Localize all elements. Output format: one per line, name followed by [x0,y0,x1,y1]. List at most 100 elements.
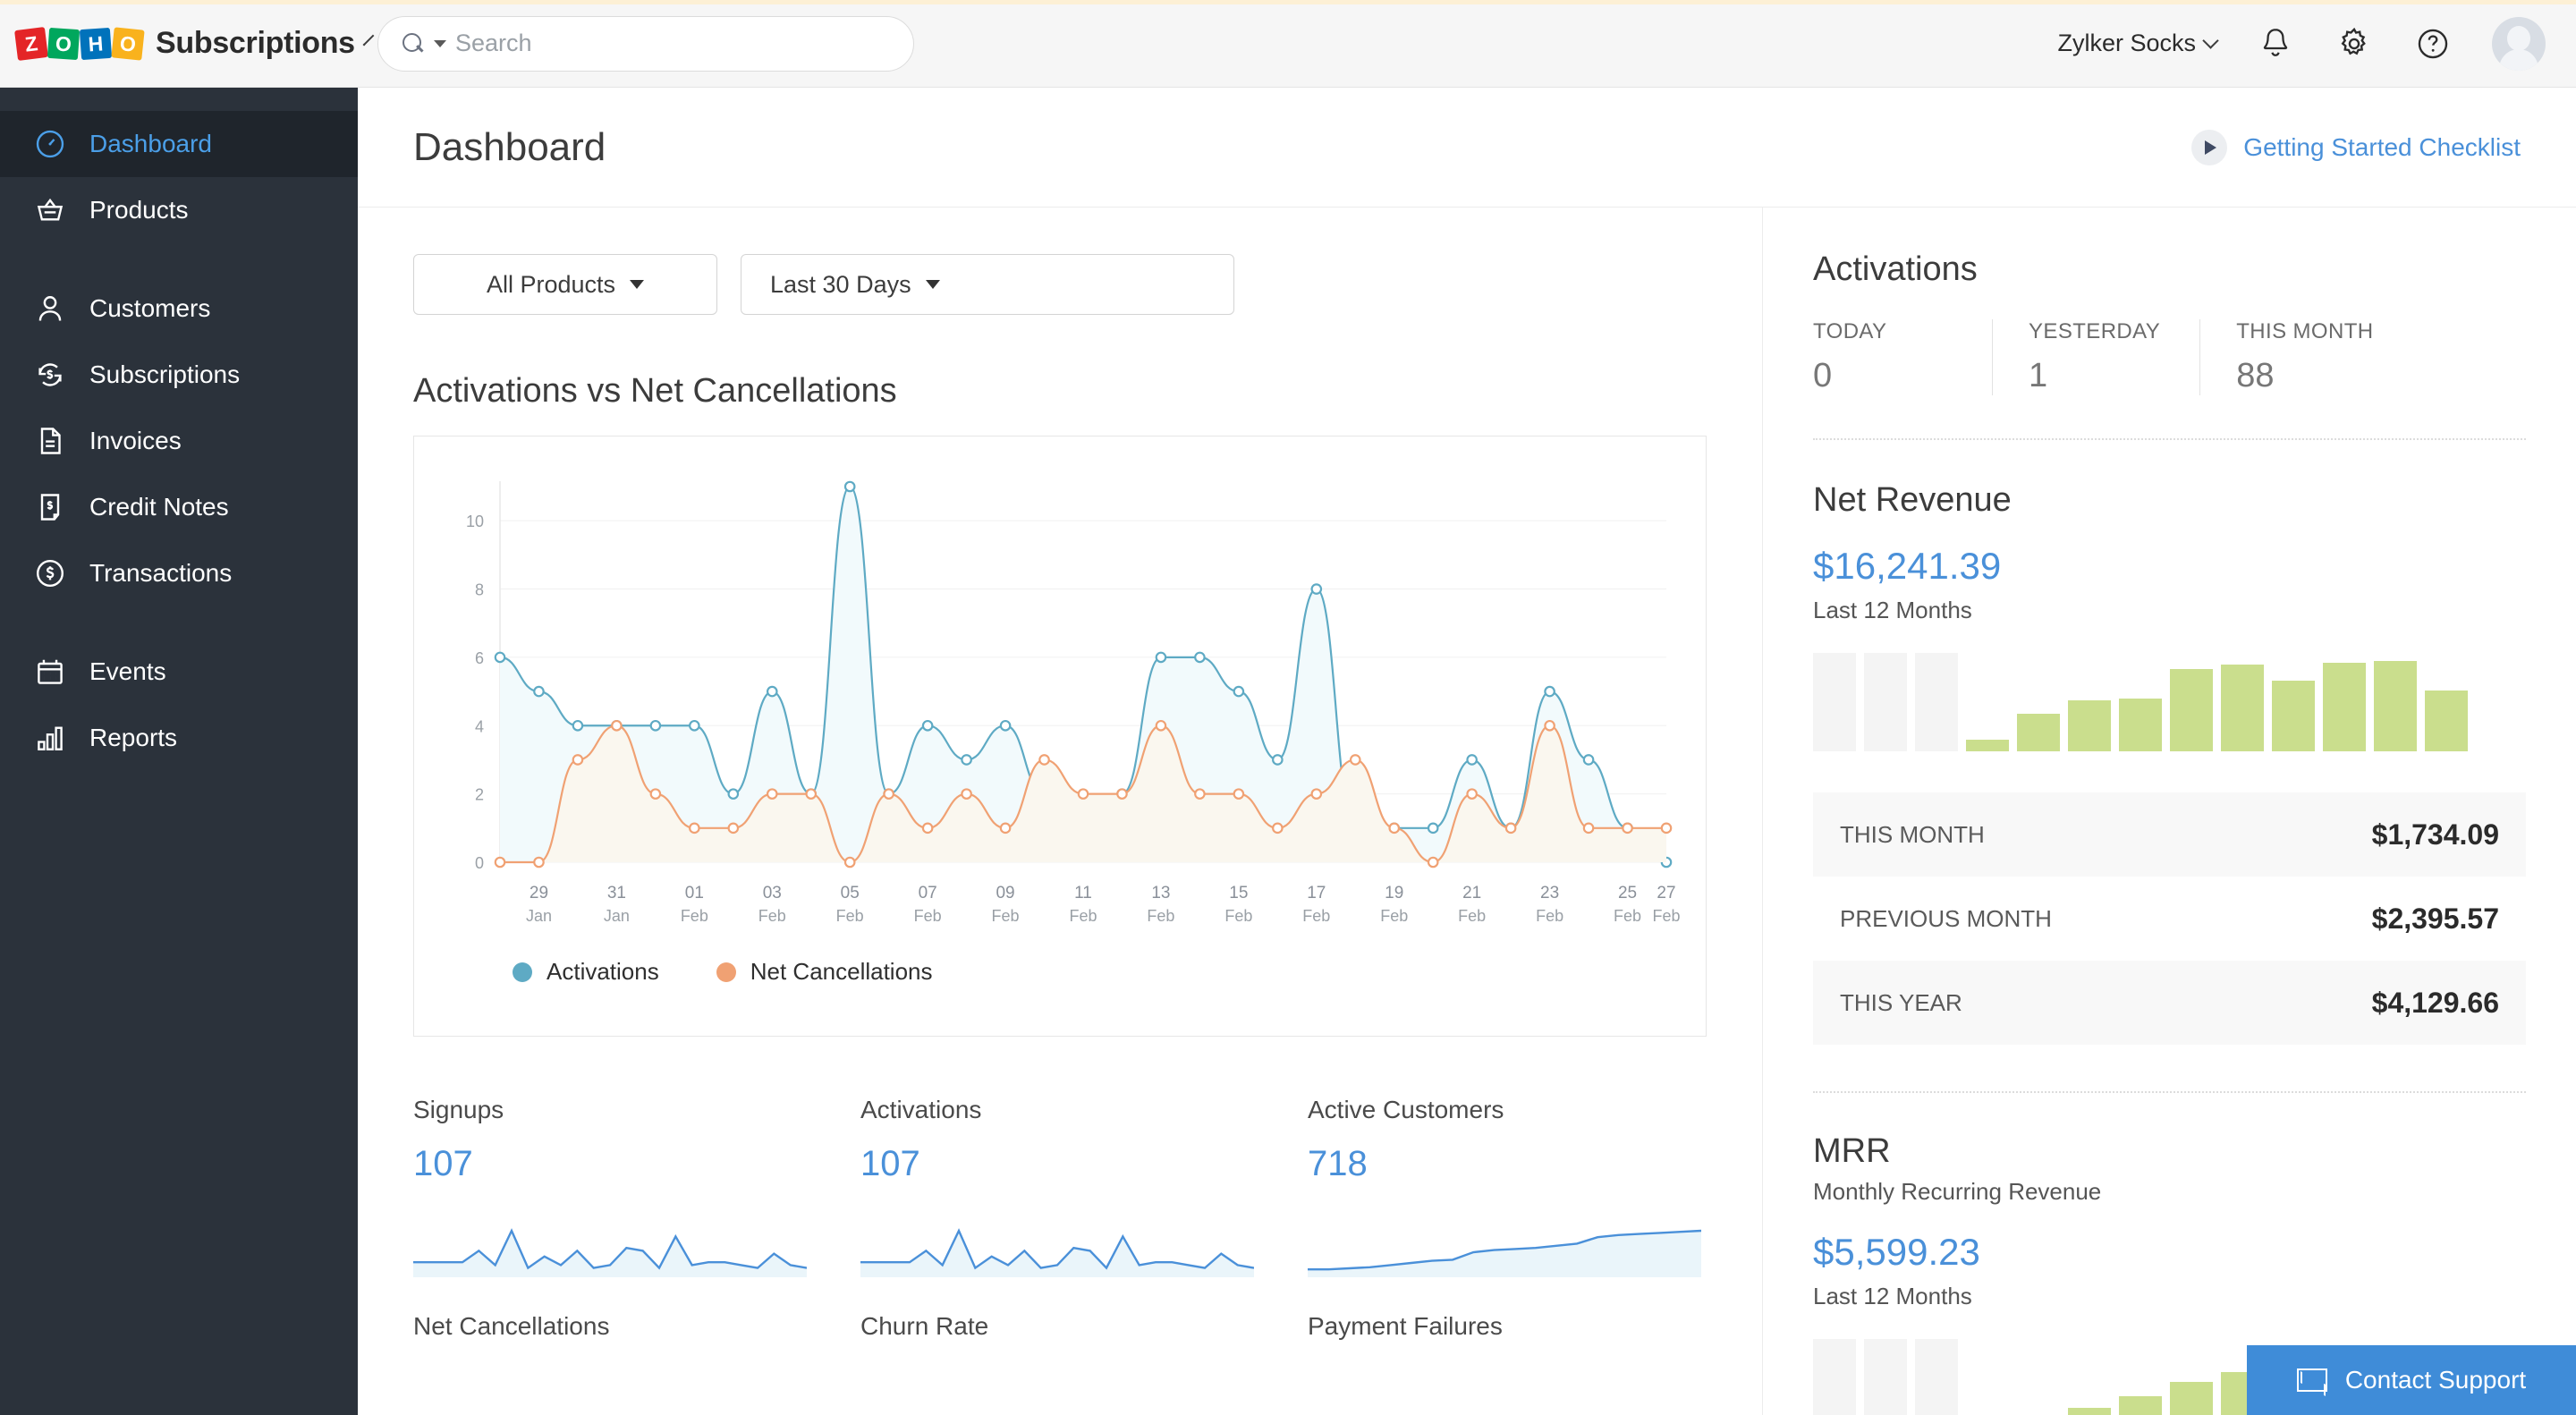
svg-text:23: 23 [1540,884,1559,902]
dollar-circle-icon [37,560,64,587]
sidebar-divider [0,606,358,639]
right-panel: Activations TODAY 0 YESTERDAY 1 THIS MON… [1762,208,2576,1415]
org-name-label: Zylker Socks [2057,30,2196,56]
brand-area[interactable]: Z O H O Subscriptions [0,0,375,88]
svg-text:13: 13 [1151,884,1170,902]
revenue-bar [1966,739,2009,751]
revenue-bar [2119,1395,2162,1415]
revenue-bar [2017,714,2060,751]
gear-icon[interactable] [2334,24,2374,64]
date-filter-label: Last 30 Days [770,270,911,298]
stat-value: 88 [2236,357,2275,394]
contact-support-button[interactable]: Contact Support [2247,1345,2576,1415]
document-lines-icon [40,428,61,454]
revenue-bar [2323,663,2366,751]
sidebar-divider [0,243,358,275]
svg-text:17: 17 [1307,884,1326,902]
sidebar-item-transactions[interactable]: Transactions [0,540,358,606]
top-bar: Z O H O Subscriptions Search Zylker Sock… [0,0,2576,88]
legend-label: Net Cancellations [750,958,933,985]
svg-text:19: 19 [1385,884,1403,902]
svg-text:2: 2 [475,786,484,804]
dashboard-gauge-icon [36,130,64,158]
revenue-row: PREVIOUS MONTH $2,395.57 [1813,877,2526,961]
chevron-down-icon[interactable] [362,34,375,46]
revenue-bar [1915,653,1958,751]
product-filter-dropdown[interactable]: All Products [413,254,717,315]
svg-text:11: 11 [1074,884,1092,902]
sidebar: Dashboard Products Customers Subscriptio… [0,88,358,1415]
legend-item-cancellations[interactable]: Net Cancellations [716,958,933,986]
svg-text:29: 29 [530,884,548,902]
activations-stats: TODAY 0 YESTERDAY 1 THIS MONTH 88 [1813,319,2526,395]
avatar[interactable] [2492,16,2546,71]
getting-started-checklist-link[interactable]: Getting Started Checklist [2191,129,2521,165]
stat-key: YESTERDAY [2029,319,2161,343]
sidebar-item-dashboard[interactable]: Dashboard [0,111,358,177]
search-box[interactable]: Search [377,15,914,72]
sidebar-item-label: Events [89,657,166,685]
net-revenue-title: Net Revenue [1813,481,2012,519]
chart-title: Activations vs Net Cancellations [413,372,897,410]
metric-card-churn-rate[interactable]: Churn Rate [860,1312,1308,1415]
metric-label: Activations [860,1096,982,1123]
svg-text:4: 4 [475,717,484,735]
revenue-bar [1864,1339,1907,1415]
svg-text:27: 27 [1657,884,1675,902]
logo-letter-z: Z [14,26,48,61]
bell-icon[interactable] [2256,24,2295,64]
chevron-down-icon [2202,32,2219,49]
legend-dot [716,962,736,982]
metric-card-payment-failures[interactable]: Payment Failures [1308,1312,1755,1415]
refresh-dollar-icon [38,363,62,386]
revenue-bar [1864,653,1907,751]
metric-cards: Signups 107 Activations 107 Active Customers… [413,1096,1707,1415]
dashboard-page: Z O H O Subscriptions Search Zylker Sock… [0,0,2576,1415]
sidebar-item-invoices[interactable]: Invoices [0,408,358,474]
metric-card-activations[interactable]: Activations 107 [860,1096,1308,1312]
legend-dot [513,962,532,982]
calendar-icon [38,659,63,684]
sidebar-item-reports[interactable]: Reports [0,705,358,771]
revenue-bar [2221,665,2264,751]
metric-label: Payment Failures [1308,1312,1503,1340]
person-icon [38,296,62,321]
sidebar-item-products[interactable]: Products [0,177,358,243]
date-filter-dropdown[interactable]: Last 30 Days [741,254,1234,315]
metric-card-signups[interactable]: Signups 107 [413,1096,860,1312]
search-input[interactable]: Search [455,30,532,57]
activations-vs-cancellations-chart[interactable]: 0 2 4 6 8 10 29 Jan 31 Jan 01 Feb 03 Feb 05 Feb 07 Feb 09 F… [414,436,1706,982]
sidebar-item-label: Reports [89,724,178,751]
revenue-bar [2374,660,2417,751]
revenue-bar [2068,699,2111,751]
mrr-amount: $5,599.23 [1813,1231,1980,1273]
metric-value: 107 [413,1144,473,1183]
svg-text:Feb: Feb [1380,907,1408,925]
revenue-bar [2272,680,2315,751]
svg-text:Feb: Feb [1536,907,1563,925]
metric-card-active-customers[interactable]: Active Customers 718 [1308,1096,1755,1312]
sidebar-item-credit-notes[interactable]: Credit Notes [0,474,358,540]
net-revenue-period: Last 12 Months [1813,597,1972,623]
question-circle-icon[interactable] [2413,24,2453,64]
revenue-row-key: THIS MONTH [1840,820,1985,848]
caret-down-icon[interactable] [434,39,446,47]
sidebar-item-label: Customers [89,294,211,322]
caret-down-icon [925,280,940,289]
revenue-bar [1813,1339,1856,1415]
sidebar-item-events[interactable]: Events [0,639,358,705]
metric-value: 718 [1308,1144,1368,1183]
revenue-row-amount: $4,129.66 [2371,986,2499,1019]
sidebar-item-customers[interactable]: Customers [0,275,358,342]
legend-item-activations[interactable]: Activations [513,958,659,986]
metric-card-net-cancellations[interactable]: Net Cancellations [413,1312,860,1415]
svg-text:09: 09 [996,884,1014,902]
bar-chart-icon [38,726,63,750]
org-switcher[interactable]: Zylker Socks [2057,30,2219,57]
svg-text:Feb: Feb [914,907,942,925]
svg-text:Feb: Feb [1458,907,1486,925]
svg-text:25: 25 [1618,884,1637,902]
sidebar-item-subscriptions[interactable]: Subscriptions [0,342,358,408]
net-revenue-amount: $16,241.39 [1813,545,2002,587]
sidebar-item-label: Transactions [89,559,233,587]
